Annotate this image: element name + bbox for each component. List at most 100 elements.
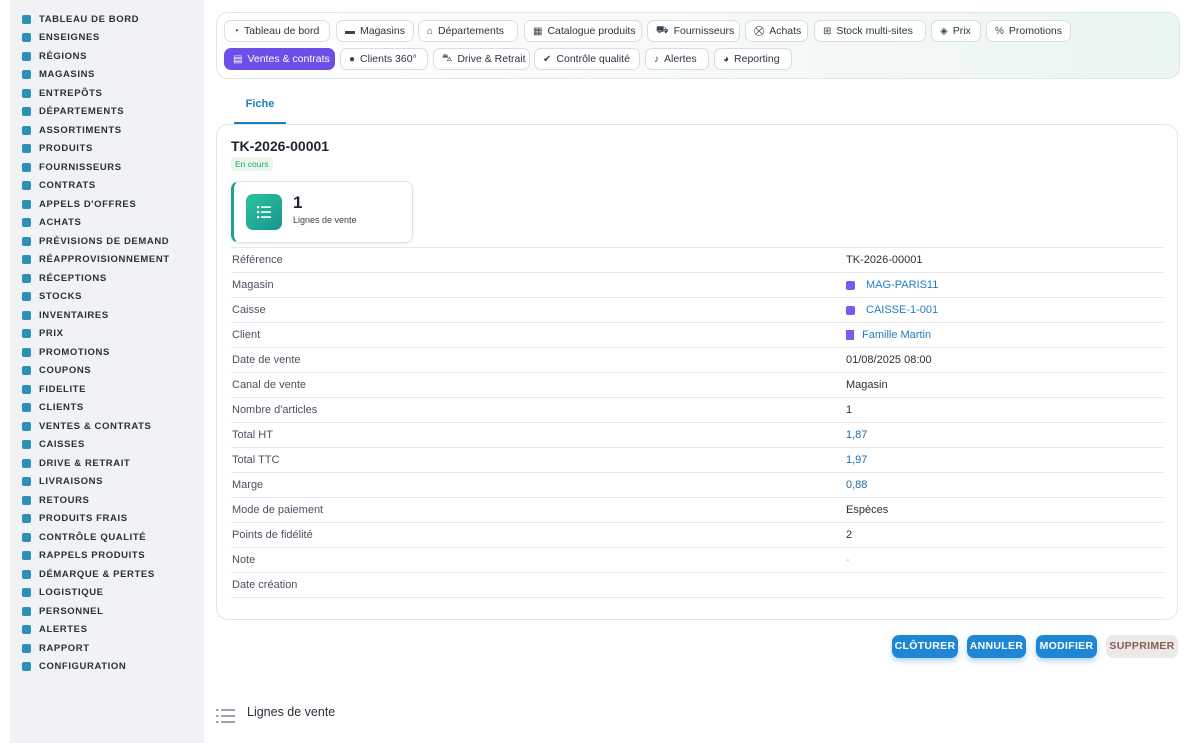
tab-icon: % xyxy=(995,25,1004,37)
sidebar-item-label: FOURNISSEURS xyxy=(39,161,122,173)
detail-row: Caisse CAISSE-1-001 xyxy=(231,297,1164,322)
tab-11[interactable]: ⛍ Drive & Retrait xyxy=(433,48,530,70)
sidebar-item[interactable]: ACHATS xyxy=(22,214,81,232)
tab-icon: ▤ xyxy=(233,53,243,65)
tab-12[interactable]: ✔ Contrôle qualité xyxy=(534,48,640,70)
receipt-icon xyxy=(22,421,31,431)
detail-value-text: Famille Martin xyxy=(862,329,932,341)
edit-button[interactable]: MODIFIER xyxy=(1036,635,1097,658)
sidebar-item[interactable]: COUPONS xyxy=(22,362,91,380)
sidebar-item[interactable]: RÉCEPTIONS xyxy=(22,269,107,287)
refresh-icon xyxy=(22,255,31,264)
sidebar-item[interactable]: RAPPORT xyxy=(22,639,90,657)
detail-value: 1,97 xyxy=(846,448,867,472)
sidebar-item[interactable]: PRIX xyxy=(22,325,64,343)
sidebar-item[interactable]: STOCKS xyxy=(22,288,82,306)
sidebar-item[interactable]: ENTREPÔTS xyxy=(22,84,102,102)
detail-value[interactable]: Famille Martin xyxy=(846,323,931,347)
tab-13[interactable]: ♪ Alertes xyxy=(645,48,709,70)
sidebar-item[interactable]: FOURNISSEURS xyxy=(22,158,122,176)
sidebar-item[interactable]: PRODUITS xyxy=(22,140,93,158)
sidebar-item[interactable]: DÉPARTEMENTS xyxy=(22,103,124,121)
leaf-icon xyxy=(22,514,31,523)
sidebar-item[interactable]: CONTRATS xyxy=(22,177,96,195)
tab-icon: ▦ xyxy=(533,25,543,37)
tab-6[interactable]: ⊞ Stock multi-sites xyxy=(814,20,926,42)
detail-label: Total HT xyxy=(232,429,273,441)
sidebar-item[interactable]: LOGISTIQUE xyxy=(22,584,104,602)
tab-5[interactable]: ⛒ Achats xyxy=(745,20,808,42)
tab-label: Prix xyxy=(952,25,971,37)
tab-label: Catalogue produits xyxy=(547,25,636,37)
tab-label: Stock multi-sites xyxy=(836,25,913,37)
sidebar-item-label: PRÉVISIONS DE DEMAND xyxy=(39,235,170,247)
tab-icon: ● xyxy=(349,53,356,65)
coupon-icon xyxy=(22,366,31,375)
tab-4[interactable]: ⛟ Fournisseurs xyxy=(647,20,740,42)
sidebar-item[interactable]: CONFIGURATION xyxy=(22,658,126,676)
detail-label: Note xyxy=(232,554,256,566)
sidebar-item[interactable]: MAGASINS xyxy=(22,66,95,84)
detail-value[interactable]: CAISSE-1-001 xyxy=(846,298,938,322)
sidebar-item[interactable]: PROMOTIONS xyxy=(22,343,110,361)
sidebar-item[interactable]: RÉAPPROVISIONNEMENT xyxy=(22,251,170,269)
sidebar-item[interactable]: ALERTES xyxy=(22,621,88,639)
detail-value: 01/08/2025 08:00 xyxy=(846,348,932,372)
contract-icon xyxy=(22,181,31,190)
detail-label: Marge xyxy=(232,479,264,491)
sidebar-item[interactable]: TABLEAU DE BORD xyxy=(22,10,139,28)
sidebar-item-label: DRIVE & RETRAIT xyxy=(39,457,131,469)
tab-8[interactable]: % Promotions xyxy=(986,20,1071,42)
tab-label: Contrôle qualité xyxy=(556,53,630,65)
tab-3[interactable]: ▦ Catalogue produits xyxy=(524,20,642,42)
detail-value[interactable]: MAG-PARIS11 xyxy=(846,273,938,297)
sidebar-item[interactable]: RAPPELS PRODUITS xyxy=(22,547,145,565)
detail-label: Caisse xyxy=(232,304,266,316)
tab-fiche[interactable]: Fiche xyxy=(234,96,286,124)
delete-button[interactable]: SUPPRIMER xyxy=(1106,635,1178,658)
sidebar-item[interactable]: PERSONNEL xyxy=(22,602,104,620)
sidebar-item[interactable]: CONTRÔLE QUALITÉ xyxy=(22,528,146,546)
sidebar-item-label: CONTRATS xyxy=(39,180,96,191)
register-icon xyxy=(22,440,31,449)
detail-row: Points de fidélité 2 xyxy=(231,522,1164,547)
sidebar-item[interactable]: RETOURS xyxy=(22,491,89,509)
map-icon xyxy=(22,51,31,61)
close-button[interactable]: CLÔTURER xyxy=(892,635,958,658)
tab-14[interactable]: ◕ Reporting xyxy=(714,48,792,70)
cart-icon xyxy=(22,218,31,227)
percent-icon xyxy=(22,347,31,357)
sidebar-item[interactable]: LIVRAISONS xyxy=(22,473,103,491)
sidebar-item[interactable]: RÉGIONS xyxy=(22,47,87,65)
tab-1[interactable]: ▬ Magasins xyxy=(336,20,414,42)
flag-icon xyxy=(22,33,31,42)
tab-10[interactable]: ● Clients 360° xyxy=(340,48,428,70)
sidebar-item[interactable]: CAISSES xyxy=(22,436,85,454)
detail-value-text: CAISSE-1-001 xyxy=(866,304,939,316)
detail-label: Date de vente xyxy=(232,354,301,366)
sidebar-item[interactable]: INVENTAIRES xyxy=(22,306,109,324)
inbox-icon xyxy=(22,273,31,283)
sidebar-item[interactable]: VENTES & CONTRATS xyxy=(22,417,151,435)
tab-9[interactable]: ▤ Ventes & contrats xyxy=(224,48,335,70)
stat-card-sale-lines[interactable]: 1 Lignes de vente xyxy=(231,181,413,243)
cancel-button[interactable]: ANNULER xyxy=(967,635,1026,658)
detail-row: Date création xyxy=(231,572,1164,598)
detail-label: Points de fidélité xyxy=(232,529,313,541)
sidebar-item[interactable]: APPELS D'OFFRES xyxy=(22,195,136,213)
sidebar-item[interactable]: PRÉVISIONS DE DEMAND xyxy=(22,232,169,250)
sidebar-item[interactable]: ENSEIGNES xyxy=(22,29,100,47)
sidebar-item[interactable]: DÉMARQUE & PERTES xyxy=(22,565,155,583)
truck-icon xyxy=(22,477,31,486)
sidebar-item[interactable]: DRIVE & RETRAIT xyxy=(22,454,130,472)
detail-value: Magasin xyxy=(846,373,888,397)
sidebar-item[interactable]: FIDELITE xyxy=(22,380,86,398)
tab-2[interactable]: ⌂ Départements xyxy=(418,20,518,42)
tab-7[interactable]: ◈ Prix xyxy=(931,20,981,42)
detail-value: 1,87 xyxy=(846,423,867,447)
sidebar-item[interactable]: CLIENTS xyxy=(22,399,84,417)
sidebar-item[interactable]: ASSORTIMENTS xyxy=(22,121,122,139)
tab-icon: ⌂ xyxy=(427,25,434,37)
sidebar-item[interactable]: PRODUITS FRAIS xyxy=(22,510,128,528)
tab-0[interactable]: ◔ Tableau de bord xyxy=(224,20,330,42)
